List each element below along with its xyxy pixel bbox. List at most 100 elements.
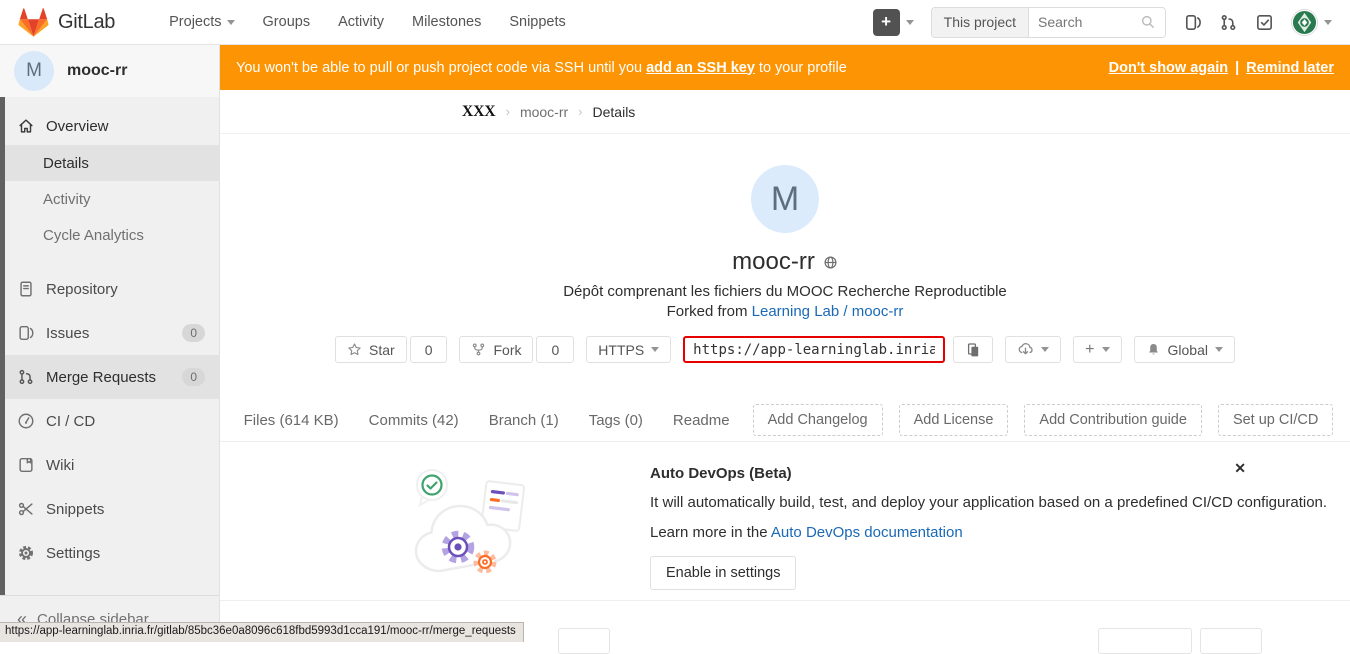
clone-url-input[interactable] <box>683 336 945 363</box>
star-count[interactable]: 0 <box>410 336 448 363</box>
download-dropdown[interactable] <box>1005 336 1061 363</box>
chevron-down-icon <box>1041 347 1049 352</box>
issue-board-icon[interactable] <box>1183 13 1202 32</box>
fork-icon <box>471 342 486 357</box>
sidebar-item-activity[interactable]: Activity <box>0 181 219 217</box>
chevron-down-icon <box>906 20 914 25</box>
user-avatar <box>1291 9 1318 36</box>
brand-name: GitLab <box>58 11 115 34</box>
enable-in-settings-button[interactable]: Enable in settings <box>650 556 796 590</box>
project-description: Dépôt comprenant les fichiers du MOOC Re… <box>220 283 1350 300</box>
sidebar-item-wiki[interactable]: Wiki <box>0 443 219 487</box>
close-icon[interactable]: ✕ <box>1234 460 1246 477</box>
sidebar-item-snippets[interactable]: Snippets <box>0 487 219 531</box>
todos-icon[interactable] <box>1255 13 1274 32</box>
plus-icon: + <box>1085 341 1094 359</box>
star-button[interactable]: Star <box>335 336 407 363</box>
auto-devops-learn-line: Learn more in the Auto DevOps documentat… <box>650 524 1327 541</box>
sidebar-item-label: Issues <box>46 325 89 342</box>
learn-more-prefix: Learn more in the <box>650 524 771 541</box>
new-dropdown-button[interactable]: + <box>873 9 914 36</box>
nav-groups[interactable]: Groups <box>263 14 311 30</box>
sidebar-item-settings[interactable]: Settings <box>0 531 219 575</box>
nav-projects[interactable]: Projects <box>169 14 234 30</box>
sidebar-project-header[interactable]: M mooc-rr <box>0 45 219 97</box>
breadcrumb: XXX › mooc-rr › Details <box>220 90 1350 134</box>
sidebar-item-label: Snippets <box>46 501 104 518</box>
fork-count[interactable]: 0 <box>536 336 574 363</box>
tab-commits[interactable]: Commits (42) <box>362 412 466 429</box>
setup-cicd-button[interactable]: Set up CI/CD <box>1218 404 1333 436</box>
search-input[interactable] <box>1038 14 1138 30</box>
fork-button[interactable]: Fork <box>459 336 533 363</box>
tab-readme[interactable]: Readme <box>666 412 737 429</box>
repository-icon <box>17 280 35 298</box>
sidebar-item-issues[interactable]: Issues 0 <box>0 311 219 355</box>
project-actions-row: Star 0 Fork 0 HTTPS <box>220 336 1350 363</box>
public-globe-icon <box>823 255 838 270</box>
ssh-warning-text: You won't be able to pull or push projec… <box>236 60 847 76</box>
breadcrumb-current[interactable]: Details <box>593 104 636 120</box>
sidebar-item-details[interactable]: Details <box>0 145 219 181</box>
nav-milestones[interactable]: Milestones <box>412 14 481 30</box>
main-content: XXX › mooc-rr › Details M mooc-rr Dépôt … <box>220 45 1350 642</box>
sidebar-item-label: Settings <box>46 545 100 562</box>
star-label: Star <box>369 342 395 358</box>
ssh-warning-banner: You won't be able to pull or push projec… <box>220 45 1350 90</box>
nav-snippets[interactable]: Snippets <box>509 14 565 30</box>
sidebar-item-merge-requests[interactable]: Merge Requests 0 <box>0 355 219 399</box>
sidebar-item-cycle-analytics[interactable]: Cycle Analytics <box>0 217 219 253</box>
tab-tags[interactable]: Tags (0) <box>582 412 650 429</box>
chevron-down-icon <box>1215 347 1223 352</box>
sidebar-item-label: Merge Requests <box>46 369 156 386</box>
remind-later-link[interactable]: Remind later <box>1246 60 1334 76</box>
breadcrumb-separator-icon: › <box>506 104 510 119</box>
user-menu[interactable] <box>1291 9 1332 36</box>
ci-cd-gauge-icon <box>17 412 35 430</box>
add-ssh-key-link[interactable]: add an SSH key <box>646 60 755 76</box>
add-changelog-button[interactable]: Add Changelog <box>753 404 883 436</box>
tab-branch[interactable]: Branch (1) <box>482 412 566 429</box>
gear-icon <box>17 544 35 562</box>
sidebar-item-overview[interactable]: Overview <box>0 107 219 145</box>
issues-count-badge: 0 <box>182 324 205 342</box>
dont-show-again-link[interactable]: Don't show again <box>1109 60 1228 76</box>
star-group: Star 0 <box>335 336 447 363</box>
chevron-down-icon <box>1324 20 1332 25</box>
gitlab-logo[interactable]: GitLab <box>18 7 115 38</box>
merge-requests-icon <box>17 368 35 386</box>
gitlab-tanuki-icon <box>18 7 49 38</box>
bell-icon <box>1146 342 1161 357</box>
project-title: mooc-rr <box>732 248 815 276</box>
add-contribution-guide-button[interactable]: Add Contribution guide <box>1024 404 1202 436</box>
clipboard-copy-icon <box>965 342 981 358</box>
protocol-dropdown[interactable]: HTTPS <box>586 336 671 363</box>
sidebar-item-label: Details <box>43 155 89 172</box>
issues-icon <box>17 324 35 342</box>
auto-devops-banner: Auto DevOps (Beta) It will automatically… <box>220 442 1350 601</box>
tab-files[interactable]: Files (614 KB) <box>237 412 346 429</box>
notification-dropdown[interactable]: Global <box>1134 336 1235 363</box>
sidebar-item-repository[interactable]: Repository <box>0 267 219 311</box>
copy-url-button[interactable] <box>953 336 993 363</box>
sidebar-item-ci-cd[interactable]: CI / CD <box>0 399 219 443</box>
chevron-down-icon <box>227 20 235 25</box>
auto-devops-content: Auto DevOps (Beta) It will automatically… <box>650 459 1327 600</box>
download-cloud-icon <box>1017 341 1034 358</box>
sidebar-item-label: Wiki <box>46 457 74 474</box>
merge-requests-icon[interactable] <box>1219 13 1238 32</box>
breadcrumb-project[interactable]: mooc-rr <box>520 104 568 120</box>
search-scope-label[interactable]: This project <box>932 8 1029 37</box>
project-avatar-small: M <box>14 51 54 91</box>
nav-activity[interactable]: Activity <box>338 14 384 30</box>
add-license-button[interactable]: Add License <box>899 404 1009 436</box>
breadcrumb-namespace[interactable]: XXX <box>462 103 496 121</box>
notification-label: Global <box>1168 342 1208 358</box>
forked-from-link[interactable]: Learning Lab / mooc-rr <box>752 303 904 320</box>
partial-button[interactable] <box>1098 628 1192 654</box>
partial-button[interactable] <box>558 628 610 654</box>
add-file-dropdown[interactable]: + <box>1073 336 1121 363</box>
partial-button[interactable] <box>1200 628 1262 654</box>
sidebar-scroll-strip[interactable] <box>0 97 5 595</box>
auto-devops-docs-link[interactable]: Auto DevOps documentation <box>771 524 963 541</box>
